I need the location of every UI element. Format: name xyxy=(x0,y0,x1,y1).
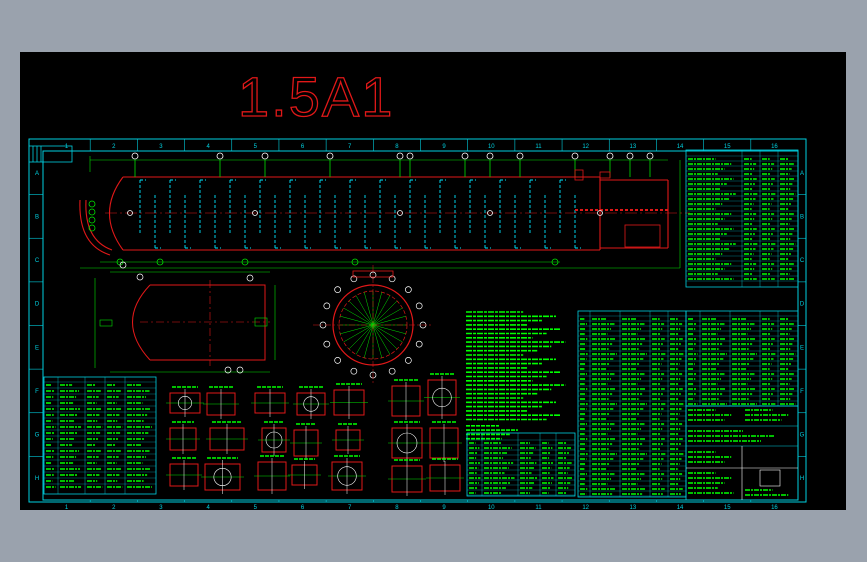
zone-column-label: 12 xyxy=(582,144,589,150)
zone-row-label: A xyxy=(800,171,804,177)
zone-row-label: H xyxy=(35,476,39,482)
zone-column-label: 11 xyxy=(535,505,542,511)
zone-column-label: 15 xyxy=(724,505,731,511)
zone-column-label: 10 xyxy=(488,144,495,150)
cad-drawing-canvas: 1.5A1 1122334455667788991010111112121313… xyxy=(20,52,846,511)
zone-row-label: F xyxy=(35,389,39,395)
zone-row-label: A xyxy=(35,171,39,177)
zone-column-label: 15 xyxy=(724,144,731,150)
zone-column-label: 11 xyxy=(535,144,542,150)
zone-row-label: C xyxy=(800,258,805,264)
zone-row-label: E xyxy=(800,345,804,351)
zone-column-label: 14 xyxy=(677,505,684,511)
zone-row-label: D xyxy=(800,302,805,308)
zone-row-label: B xyxy=(800,214,804,220)
zone-column-label: 10 xyxy=(488,505,495,511)
zone-row-label: G xyxy=(800,433,805,439)
zone-column-label: 13 xyxy=(630,505,637,511)
zone-row-label: C xyxy=(35,258,40,264)
zone-row-label: B xyxy=(35,214,39,220)
zone-row-label: G xyxy=(35,433,40,439)
drawing-title: 1.5A1 xyxy=(238,65,394,128)
zone-column-label: 14 xyxy=(677,144,684,150)
zone-column-label: 16 xyxy=(771,144,778,150)
zone-row-label: F xyxy=(800,389,804,395)
zone-column-label: 12 xyxy=(582,505,589,511)
zone-row-label: D xyxy=(35,302,40,308)
zone-column-label: 13 xyxy=(630,144,637,150)
zone-column-label: 16 xyxy=(771,505,778,511)
zone-row-label: H xyxy=(800,476,804,482)
cad-viewport[interactable]: 1.5A1 1 1 2 2 3 3 4 4 5 5 6 6 7 7 8 8 9 9 10 10 11 11 12 12 13 13… xyxy=(0,0,867,562)
zone-row-label: E xyxy=(35,345,39,351)
